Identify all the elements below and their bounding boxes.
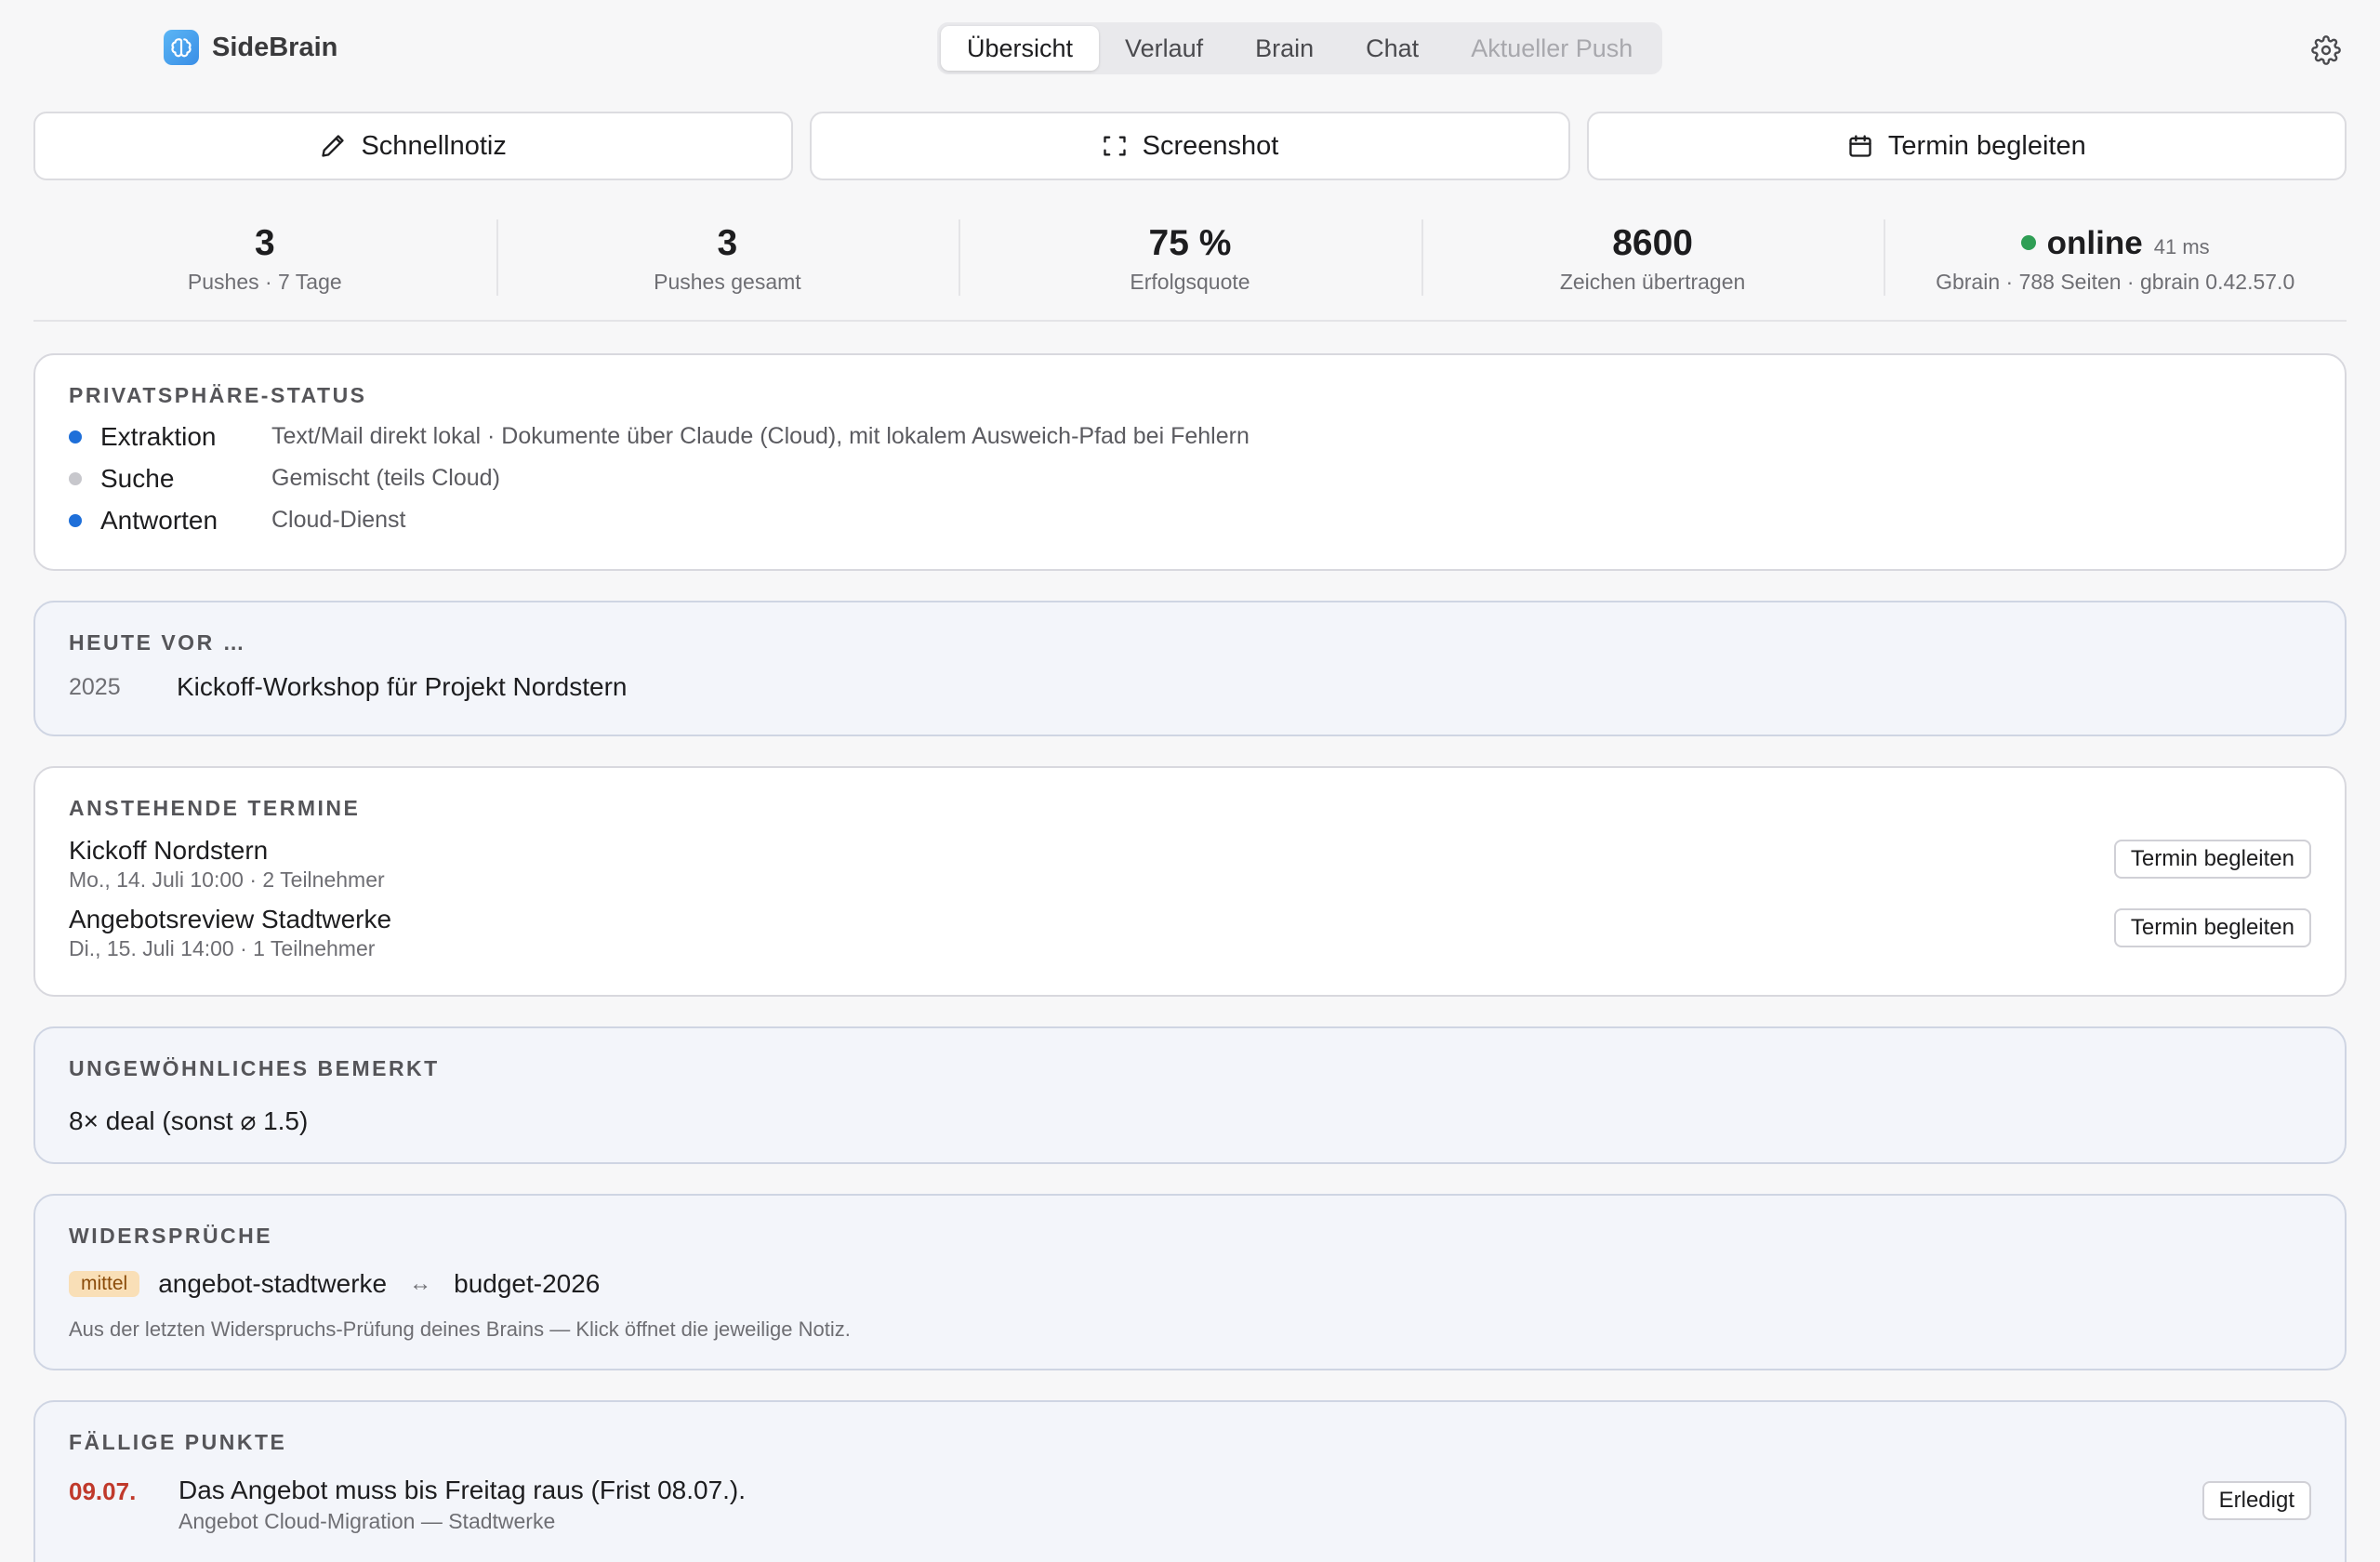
stat-success-rate: 75 % Erfolgsquote bbox=[959, 210, 1421, 320]
anomalies-card: Ungewöhnliches bemerkt 8× deal (sonst ⌀ … bbox=[33, 1026, 2347, 1164]
app-header: SideBrain Übersicht Verlauf Brain Chat A… bbox=[0, 0, 2380, 97]
card-title: Widersprüche bbox=[69, 1224, 273, 1248]
stat-value: 3 bbox=[254, 223, 275, 263]
tab-chat[interactable]: Chat bbox=[1340, 26, 1445, 71]
main-tabs: Übersicht Verlauf Brain Chat Aktueller P… bbox=[937, 22, 1663, 74]
stat-label: Zeichen übertragen bbox=[1559, 270, 1746, 294]
privacy-name: Extraktion bbox=[100, 421, 217, 451]
due-item: 09.07. Das Angebot muss bis Freitag raus… bbox=[69, 1476, 2311, 1533]
screenshot-label: Screenshot bbox=[1142, 130, 1279, 161]
appointment-meta: Mo., 14. Juli 10:00 · 2 Teilnehmer bbox=[69, 867, 385, 892]
calendar-icon bbox=[1849, 135, 1871, 157]
quick-actions: Schnellnotiz Screenshot Termin begleiten bbox=[33, 112, 2347, 180]
tab-uebersicht[interactable]: Übersicht bbox=[941, 26, 1100, 71]
stat-value: 8600 bbox=[1612, 223, 1693, 263]
history-year: 2025 bbox=[69, 673, 121, 700]
contradiction-note-right[interactable]: budget-2026 bbox=[454, 1269, 600, 1299]
contradiction-item[interactable]: mittel angebot-stadtwerke ↔ budget-2026 bbox=[69, 1269, 2311, 1299]
accompany-meeting-button[interactable]: Termin begleiten bbox=[1586, 112, 2347, 180]
privacy-row: Antworten Cloud-Dienst bbox=[69, 499, 2311, 541]
stat-pushes-total: 3 Pushes gesamt bbox=[496, 210, 959, 320]
privacy-status-card: Privatsphäre-Status Extraktion Text/Mail… bbox=[33, 353, 2347, 571]
appointment-title: Kickoff Nordstern bbox=[69, 836, 269, 865]
status-dot-icon bbox=[2020, 235, 2036, 250]
gear-icon[interactable] bbox=[2311, 35, 2341, 65]
severity-badge: mittel bbox=[69, 1271, 140, 1297]
card-title: Anstehende Termine bbox=[69, 796, 361, 820]
accompany-meeting-button[interactable]: Termin begleiten bbox=[2113, 840, 2311, 879]
status-dot-icon bbox=[69, 471, 82, 485]
card-title: Fällige Punkte bbox=[69, 1430, 287, 1454]
privacy-desc: Cloud-Dienst bbox=[271, 507, 406, 533]
privacy-desc: Gemischt (teils Cloud) bbox=[271, 465, 500, 491]
bidirectional-arrow-icon: ↔ bbox=[409, 1271, 432, 1296]
screenshot-icon bbox=[1103, 136, 1126, 156]
stat-pushes-week: 3 Pushes · 7 Tage bbox=[33, 210, 496, 320]
stat-value: 75 % bbox=[1148, 223, 1232, 263]
tab-verlauf[interactable]: Verlauf bbox=[1099, 26, 1229, 71]
contradictions-card: Widersprüche mittel angebot-stadtwerke ↔… bbox=[33, 1194, 2347, 1370]
due-date: 09.07. bbox=[69, 1477, 137, 1505]
latency: 41 ms bbox=[2153, 235, 2210, 258]
online-row: online 41 ms bbox=[2020, 221, 2210, 266]
screenshot-button[interactable]: Screenshot bbox=[810, 112, 1570, 180]
privacy-name: Suche bbox=[100, 463, 175, 493]
due-items-card: Fällige Punkte 09.07. Das Angebot muss b… bbox=[33, 1400, 2347, 1562]
status-text: online bbox=[2046, 225, 2143, 261]
on-this-day-card: Heute vor … 2025 Kickoff-Workshop für Pr… bbox=[33, 601, 2347, 736]
contradiction-note-left[interactable]: angebot-stadtwerke bbox=[158, 1269, 387, 1299]
appointment-item: Kickoff Nordstern Mo., 14. Juli 10:00 · … bbox=[69, 836, 2311, 905]
privacy-row: Extraktion Text/Mail direkt lokal · Doku… bbox=[69, 416, 2311, 457]
stat-label: Gbrain · 788 Seiten · gbrain 0.42.57.0 bbox=[1936, 270, 2295, 294]
stat-chars-transferred: 8600 Zeichen übertragen bbox=[1421, 210, 1884, 320]
stat-label: Erfolgsquote bbox=[1130, 270, 1250, 294]
stats-bar: 3 Pushes · 7 Tage 3 Pushes gesamt 75 % E… bbox=[33, 210, 2347, 322]
privacy-desc: Text/Mail direkt lokal · Dokumente über … bbox=[271, 423, 1250, 449]
due-source: Angebot Cloud-Migration — Stadtwerke bbox=[178, 1509, 556, 1533]
brand: SideBrain bbox=[164, 30, 337, 65]
upcoming-appointments-card: Anstehende Termine Kickoff Nordstern Mo.… bbox=[33, 766, 2347, 997]
card-title: Heute vor … bbox=[69, 630, 247, 655]
card-title: Privatsphäre-Status bbox=[69, 383, 367, 407]
accompany-meeting-button[interactable]: Termin begleiten bbox=[2113, 908, 2311, 947]
stat-value: 3 bbox=[717, 223, 738, 263]
card-title: Ungewöhnliches bemerkt bbox=[69, 1056, 440, 1080]
history-item[interactable]: 2025 Kickoff-Workshop für Projekt Nordst… bbox=[69, 672, 2311, 702]
due-text: Das Angebot muss bis Freitag raus (Frist… bbox=[178, 1476, 747, 1504]
stat-label: Pushes gesamt bbox=[654, 270, 801, 294]
app-name: SideBrain bbox=[212, 32, 338, 62]
done-button[interactable]: Erledigt bbox=[2202, 1481, 2311, 1520]
stat-connection-status: online 41 ms Gbrain · 788 Seiten · gbrai… bbox=[1884, 210, 2347, 320]
appointment-item: Angebotsreview Stadtwerke Di., 15. Juli … bbox=[69, 905, 2311, 973]
brain-logo-icon bbox=[164, 30, 199, 65]
anomaly-text: 8× deal (sonst ⌀ 1.5) bbox=[69, 1106, 309, 1135]
privacy-name: Antworten bbox=[100, 505, 218, 535]
status-dot-icon bbox=[69, 430, 82, 443]
stat-label: Pushes · 7 Tage bbox=[187, 270, 342, 294]
tab-aktueller-push[interactable]: Aktueller Push bbox=[1445, 26, 1659, 71]
status-dot-icon bbox=[69, 513, 82, 527]
pencil-icon bbox=[322, 135, 345, 157]
appointment-title: Angebotsreview Stadtwerke bbox=[69, 905, 392, 933]
contradiction-hint: Aus der letzten Widerspruchs-Prüfung dei… bbox=[69, 1317, 851, 1341]
history-text: Kickoff-Workshop für Projekt Nordstern bbox=[177, 672, 628, 701]
accompany-meeting-label: Termin begleiten bbox=[1887, 130, 2086, 161]
tab-brain[interactable]: Brain bbox=[1229, 26, 1340, 71]
quick-note-label: Schnellnotiz bbox=[361, 130, 507, 161]
appointment-meta: Di., 15. Juli 14:00 · 1 Teilnehmer bbox=[69, 936, 376, 960]
quick-note-button[interactable]: Schnellnotiz bbox=[33, 112, 794, 180]
privacy-row: Suche Gemischt (teils Cloud) bbox=[69, 457, 2311, 499]
